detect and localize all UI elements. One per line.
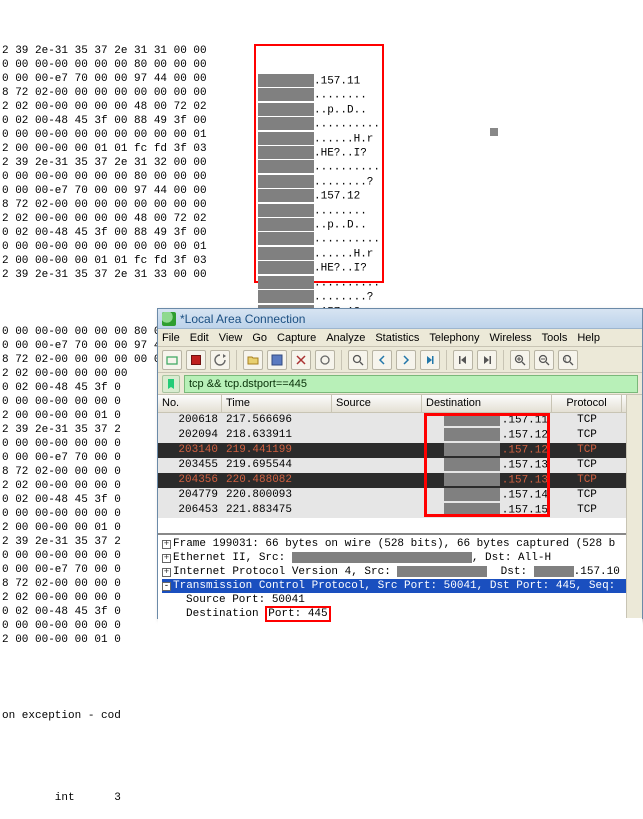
exception-line: on exception - cod: [2, 709, 643, 723]
close-button[interactable]: [291, 350, 311, 370]
toolbar: 1: [158, 347, 642, 373]
menu-go[interactable]: Go: [252, 332, 267, 344]
column-destination[interactable]: Destination: [422, 395, 552, 412]
ascii-row: .HE?..I?: [258, 146, 380, 160]
packet-details-pane[interactable]: +Frame 199031: 66 bytes on wire (528 bit…: [158, 535, 642, 635]
wireshark-window: *Local Area Connection File Edit View Go…: [157, 308, 643, 619]
port-highlight: Port: 445: [265, 606, 330, 622]
tree-ethernet[interactable]: +Ethernet II, Src: , Dst: All-H: [162, 551, 638, 565]
packet-row[interactable]: 204356220.488082.157.13TCP: [158, 473, 642, 488]
save-button[interactable]: [267, 350, 287, 370]
display-filter-bar: [158, 373, 642, 395]
restart-capture-button[interactable]: [210, 350, 230, 370]
packet-row[interactable]: 203140219.441199.157.12TCP: [158, 443, 642, 458]
stop-capture-button[interactable]: [186, 350, 206, 370]
menu-bar: File Edit View Go Capture Analyze Statis…: [158, 329, 642, 347]
packet-row[interactable]: 203455219.695544.157.13TCP: [158, 458, 642, 473]
reload-button[interactable]: [315, 350, 335, 370]
wireshark-icon: [162, 312, 176, 326]
packet-row[interactable]: 202094218.633911.157.12TCP: [158, 428, 642, 443]
int-line: int 3: [2, 791, 643, 805]
menu-view[interactable]: View: [219, 332, 243, 344]
ascii-row: ..........: [258, 232, 380, 246]
ascii-row: ........: [258, 204, 380, 218]
menu-capture[interactable]: Capture: [277, 332, 316, 344]
first-button[interactable]: [453, 350, 473, 370]
column-no[interactable]: No.: [158, 395, 222, 412]
find-button[interactable]: [348, 350, 368, 370]
packet-list-pane[interactable]: No. Time Source Destination Protocol 200…: [158, 395, 642, 535]
zoom-out-button[interactable]: [534, 350, 554, 370]
menu-telephony[interactable]: Telephony: [429, 332, 479, 344]
ascii-row: ..p..D..: [258, 218, 380, 232]
grey-square: [490, 128, 498, 136]
tree-ip[interactable]: +Internet Protocol Version 4, Src: Dst: …: [162, 565, 638, 579]
ascii-row: ........?: [258, 290, 380, 304]
packet-row[interactable]: 206453221.883475.157.15TCP: [158, 503, 642, 518]
packet-row[interactable]: 200618217.566696.157.11TCP: [158, 413, 642, 428]
ascii-row: ..........: [258, 117, 380, 131]
zoom-in-button[interactable]: [510, 350, 530, 370]
tree-frame[interactable]: +Frame 199031: 66 bytes on wire (528 bit…: [162, 537, 638, 551]
display-filter-input[interactable]: [184, 375, 638, 393]
ascii-row: ..........: [258, 160, 380, 174]
ascii-row: .157.11: [258, 74, 380, 88]
ascii-row: .HE?..I?: [258, 261, 380, 275]
column-time[interactable]: Time: [222, 395, 332, 412]
toolbar-open-icon[interactable]: [162, 350, 182, 370]
menu-edit[interactable]: Edit: [190, 332, 209, 344]
menu-wireless[interactable]: Wireless: [490, 332, 532, 344]
open-file-button[interactable]: [243, 350, 263, 370]
tree-tcp[interactable]: -Transmission Control Protocol, Src Port…: [162, 579, 638, 593]
menu-tools[interactable]: Tools: [542, 332, 568, 344]
jump-button[interactable]: [420, 350, 440, 370]
hex-row: 2 00 00-00 00 01 0: [2, 633, 643, 647]
filter-bookmark-icon[interactable]: [162, 375, 180, 393]
menu-file[interactable]: File: [162, 332, 180, 344]
window-title: *Local Area Connection: [180, 312, 305, 326]
ascii-row: ........?: [258, 175, 380, 189]
column-protocol[interactable]: Protocol: [552, 395, 622, 412]
back-button[interactable]: [372, 350, 392, 370]
column-source[interactable]: Source: [332, 395, 422, 412]
tree-src-port[interactable]: Source Port: 50041: [162, 593, 638, 607]
menu-analyze[interactable]: Analyze: [326, 332, 365, 344]
ascii-row: ..........: [258, 276, 380, 290]
menu-help[interactable]: Help: [577, 332, 600, 344]
zoom-reset-button[interactable]: 1: [558, 350, 578, 370]
menu-statistics[interactable]: Statistics: [375, 332, 419, 344]
ascii-row: ......H.r: [258, 132, 380, 146]
last-button[interactable]: [477, 350, 497, 370]
forward-button[interactable]: [396, 350, 416, 370]
packet-list-header: No. Time Source Destination Protocol: [158, 395, 642, 413]
ascii-row: ......H.r: [258, 247, 380, 261]
scrollbar[interactable]: [626, 395, 642, 618]
ascii-row: ..p..D..: [258, 103, 380, 117]
ascii-row: ........: [258, 88, 380, 102]
window-titlebar[interactable]: *Local Area Connection: [158, 309, 642, 329]
ascii-row: .157.12: [258, 189, 380, 203]
packet-row[interactable]: 204779220.800093.157.14TCP: [158, 488, 642, 503]
